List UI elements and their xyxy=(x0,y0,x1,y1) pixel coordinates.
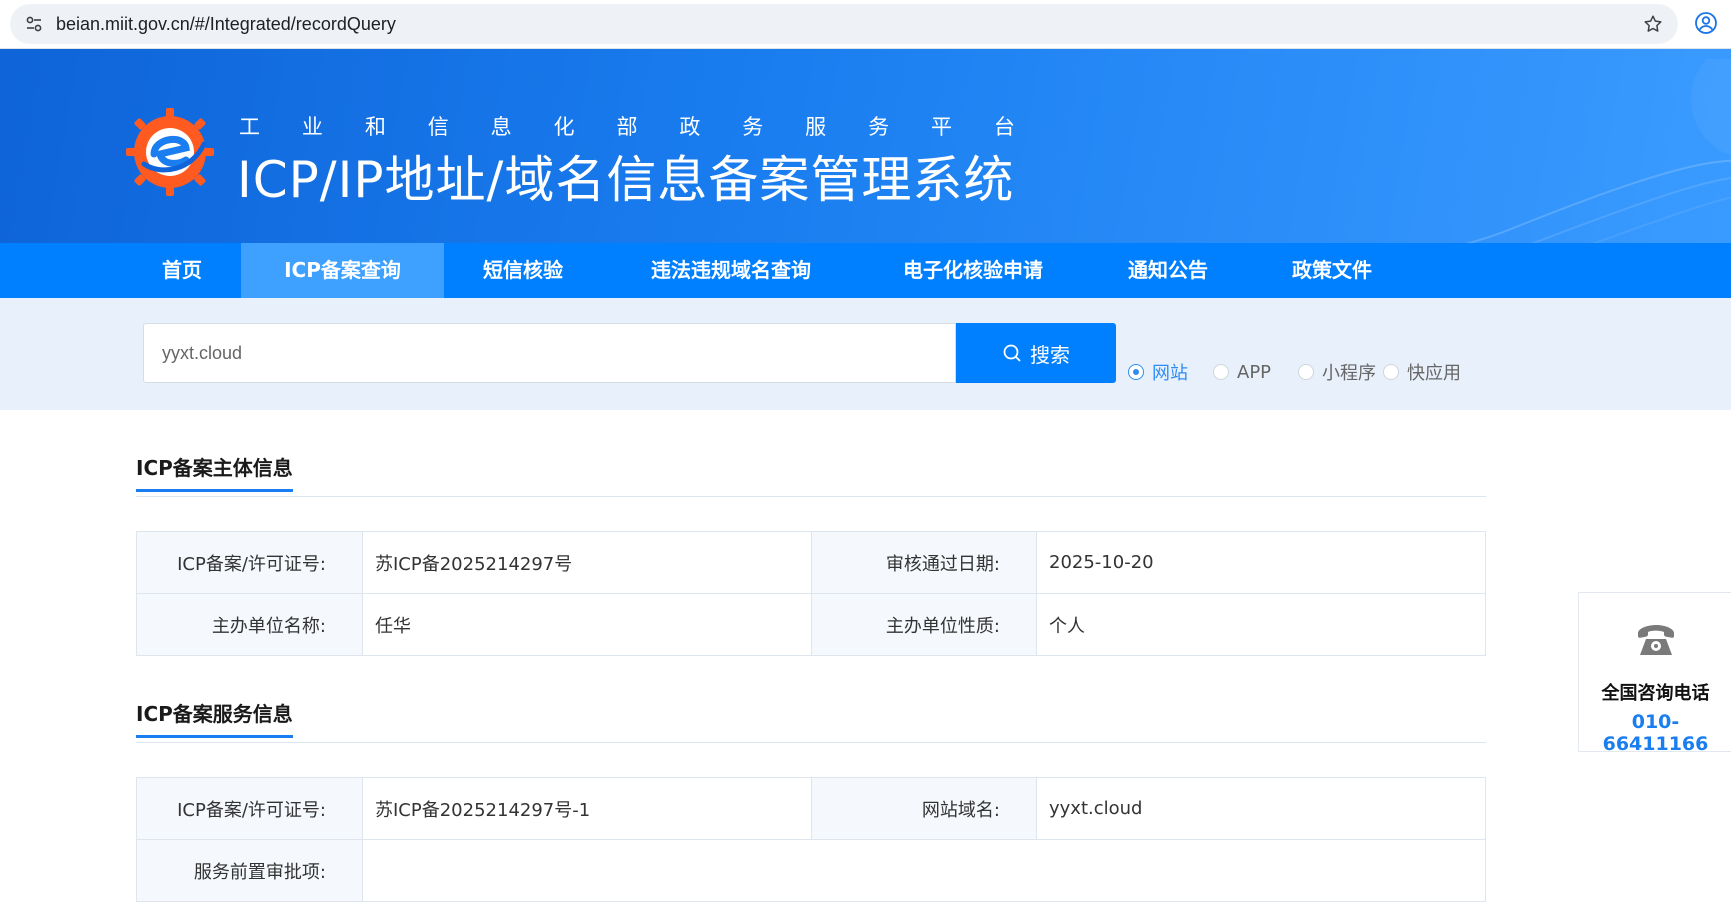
nav-item-icp-query[interactable]: ICP备案查询 xyxy=(241,243,444,298)
nav-item-home[interactable]: 首页 xyxy=(130,243,234,298)
address-bar[interactable]: beian.miit.gov.cn/#/Integrated/recordQue… xyxy=(10,4,1678,44)
search-icon xyxy=(1003,344,1021,362)
domain-value: yyxt.cloud xyxy=(1036,777,1486,840)
radio-dot xyxy=(1213,364,1229,380)
search-button[interactable]: 搜索 xyxy=(956,323,1116,383)
pre-approval-value xyxy=(362,839,1486,902)
org-name-value: 任华 xyxy=(362,593,812,656)
approve-date-label: 审核通过日期: xyxy=(811,531,1037,594)
entity-info-table: ICP备案/许可证号: 苏ICP备2025214297号 审核通过日期: 202… xyxy=(136,531,1486,656)
section-divider xyxy=(136,496,1486,497)
radio-mini-program[interactable]: 小程序 xyxy=(1298,360,1376,384)
service-section-title: ICP备案服务信息 xyxy=(136,698,293,738)
nav-item-e-verify[interactable]: 电子化核验申请 xyxy=(876,243,1070,298)
service-license-label: ICP备案/许可证号: xyxy=(136,777,363,840)
consult-title: 全国咨询电话 xyxy=(1601,683,1710,704)
radio-quick-app[interactable]: 快应用 xyxy=(1383,360,1461,384)
service-info-table: ICP备案/许可证号: 苏ICP备2025214297号-1 网站域名: yyx… xyxy=(136,777,1486,902)
main-nav: 首页 ICP备案查询 短信核验 违法违规域名查询 电子化核验申请 通知公告 政策… xyxy=(0,243,1731,298)
nav-item-notices[interactable]: 通知公告 xyxy=(1106,243,1230,298)
approve-date-value: 2025-10-20 xyxy=(1036,531,1486,594)
org-name-label: 主办单位名称: xyxy=(136,593,363,656)
license-value: 苏ICP备2025214297号 xyxy=(362,531,812,594)
phone-icon xyxy=(1638,625,1674,655)
table-row: ICP备案/许可证号: 苏ICP备2025214297号 审核通过日期: 202… xyxy=(136,531,1486,594)
search-zone: 搜索 网站 APP 小程序 快应用 xyxy=(0,298,1731,410)
browser-toolbar: beian.miit.gov.cn/#/Integrated/recordQue… xyxy=(0,0,1731,49)
radio-website[interactable]: 网站 xyxy=(1128,360,1188,384)
profile-icon[interactable] xyxy=(1694,11,1718,35)
url-text[interactable]: beian.miit.gov.cn/#/Integrated/recordQue… xyxy=(56,14,396,35)
org-type-value: 个人 xyxy=(1036,593,1486,656)
system-title: ICP/IP地址/域名信息备案管理系统 xyxy=(237,151,1015,209)
consult-hotline-box[interactable]: 全国咨询电话 010-66411166 xyxy=(1578,592,1731,755)
section-divider xyxy=(136,742,1486,743)
org-type-label: 主办单位性质: xyxy=(811,593,1037,656)
table-row: 服务前置审批项: xyxy=(136,839,1486,902)
nav-item-policies[interactable]: 政策文件 xyxy=(1270,243,1394,298)
miit-logo[interactable] xyxy=(122,104,218,200)
entity-section-title: ICP备案主体信息 xyxy=(136,452,293,492)
banner-wave-decoration xyxy=(1465,59,1731,243)
service-license-value: 苏ICP备2025214297号-1 xyxy=(362,777,812,840)
pre-approval-label: 服务前置审批项: xyxy=(136,839,363,902)
domain-label: 网站域名: xyxy=(811,777,1037,840)
radio-dot xyxy=(1128,364,1144,380)
site-settings-icon[interactable] xyxy=(24,14,44,34)
platform-name: 工 业 和 信 息 化 部 政 务 服 务 平 台 xyxy=(239,115,1015,139)
nav-item-illegal-domain[interactable]: 违法违规域名查询 xyxy=(622,243,840,298)
consult-phone-number[interactable]: 010-66411166 xyxy=(1579,711,1731,755)
nav-item-sms-verify[interactable]: 短信核验 xyxy=(455,243,591,298)
table-row: 主办单位名称: 任华 主办单位性质: 个人 xyxy=(136,593,1486,656)
bookmark-star-icon[interactable] xyxy=(1642,13,1664,35)
radio-dot xyxy=(1383,364,1399,380)
header-banner: 工 业 和 信 息 化 部 政 务 服 务 平 台 ICP/IP地址/域名信息备… xyxy=(0,49,1731,243)
license-label: ICP备案/许可证号: xyxy=(136,531,363,594)
search-button-label: 搜索 xyxy=(1030,344,1070,367)
radio-app[interactable]: APP xyxy=(1213,360,1271,384)
search-input[interactable] xyxy=(143,323,956,383)
table-row: ICP备案/许可证号: 苏ICP备2025214297号-1 网站域名: yyx… xyxy=(136,777,1486,840)
radio-dot xyxy=(1298,364,1314,380)
